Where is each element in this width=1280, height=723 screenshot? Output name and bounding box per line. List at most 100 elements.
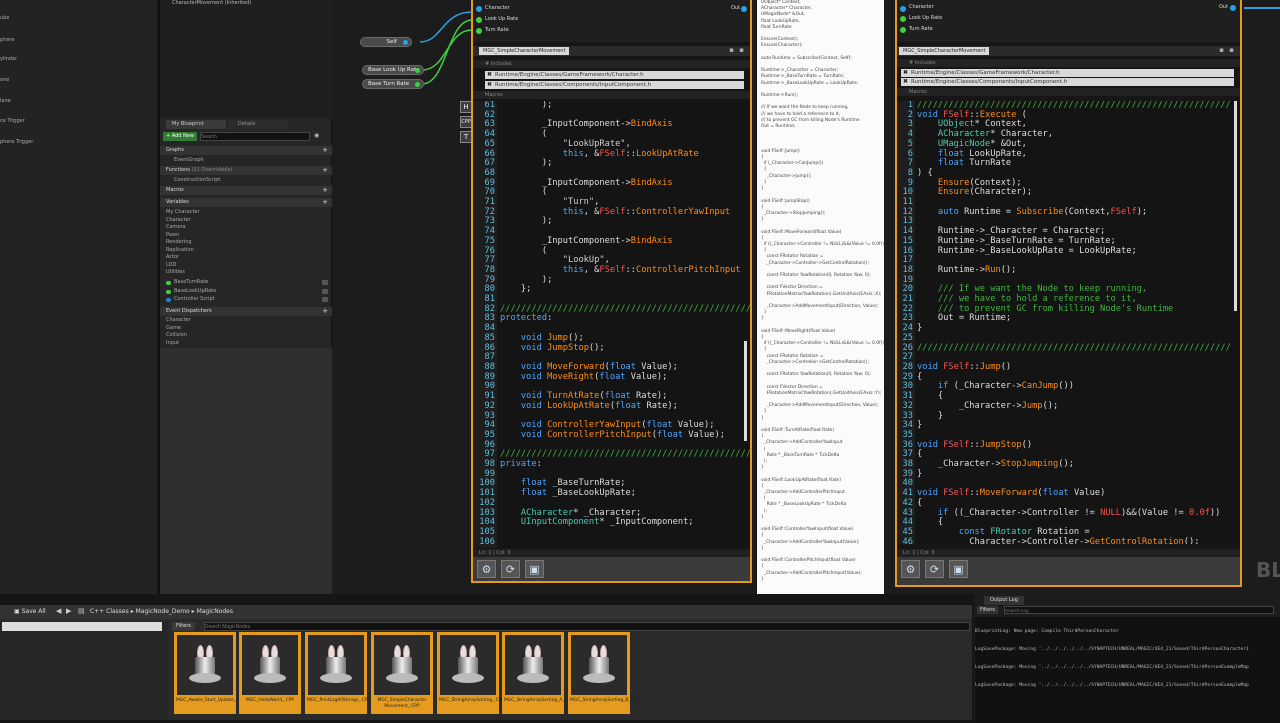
variable-item[interactable]: BaseLookUpRate [174,288,216,296]
variable-group[interactable]: Replication [166,247,194,255]
execution-pin-icon[interactable] [476,6,482,12]
base-turn-rate-node[interactable]: Base Turn Rate [362,79,424,89]
forward-icon[interactable]: ▶ [66,607,71,615]
includes-header[interactable]: # Includes [897,59,1240,67]
visibility-eye-icon[interactable] [322,289,328,294]
add-icon[interactable]: + [322,307,328,316]
placement-item[interactable]: ce Trigger [0,118,25,126]
variable-group[interactable]: Pawn [166,232,179,240]
section-functions[interactable]: Functions (31 Overridable) + [160,166,332,175]
variable-group[interactable]: Rendering [166,239,192,247]
include-line[interactable]: ✖ Runtime/Engine/Classes/GameFramework/Ch… [485,71,744,79]
variable-group[interactable]: Camera [166,224,186,232]
dispatcher-group[interactable]: Game [166,325,181,333]
remove-icon[interactable]: ✖ [487,81,492,89]
save-icon[interactable]: ▣ [525,560,544,578]
log-search-input[interactable] [1004,606,1274,614]
variable-group[interactable]: Character [166,217,191,225]
tab-details[interactable]: Details [228,120,288,129]
asset-tile[interactable]: MGC_Awake_Start_Update_Stop_.CPP [174,632,258,714]
base-look-up-rate-node[interactable]: Base Look Up Rate [362,65,424,75]
source-code[interactable]: ////////////////////////////////////////… [917,101,1234,544]
filters-button[interactable]: Filters [172,622,195,631]
float-pin-icon[interactable] [900,16,906,22]
add-new-button[interactable]: + Add New [163,132,197,141]
section-graphs[interactable]: Graphs + [160,146,332,155]
graph-item[interactable]: EventGraph [174,157,204,165]
tab-my-blueprint[interactable]: My Blueprint [166,120,226,129]
placement-item[interactable]: lane [0,98,11,106]
self-node[interactable]: Self [360,37,412,47]
close-icon[interactable]: ▪ [1229,46,1234,54]
blueprint-search-input[interactable] [200,132,310,141]
scrollbar[interactable] [744,341,747,441]
scrollbar[interactable] [1234,101,1237,311]
view-options-icon[interactable]: ◉ [314,132,326,141]
asset-tile[interactable]: MGC_StringArraySorting_A_.CPP [502,632,574,714]
save-icon[interactable]: ▣ [949,560,968,578]
pin-icon[interactable] [403,40,408,45]
pin-icon[interactable] [415,82,420,87]
remove-icon[interactable]: ✖ [487,71,492,79]
log-filters-button[interactable]: Filters [977,606,998,614]
tab-output-log[interactable]: Output Log [984,596,1024,605]
compile-icon[interactable]: ⚙ [901,560,920,578]
asset-tile[interactable]: MGC_HelloWorld_.CPP [239,632,301,714]
asset-tile[interactable]: MGC_StringArraySorting_B_.CPP [568,632,640,714]
add-icon[interactable]: + [322,186,328,195]
output-pin-icon[interactable] [1230,5,1236,11]
code-editor[interactable]: 61 62 63 64 65 66 67 68 69 70 71 72 73 74 75 76 77 78 79 80… [473,101,750,548]
macros-header[interactable]: Macros [473,91,750,99]
source-code[interactable]: ); _InputComponent->BindAxis ( "LookUpRa… [500,101,750,538]
breadcrumb-item[interactable]: MagicNode_Demo [136,608,190,615]
dispatcher-group[interactable]: Character [166,317,191,325]
close-icon[interactable]: ▪ [1219,46,1224,54]
variable-group[interactable]: LOD [166,262,176,270]
output-pin-icon[interactable] [741,6,747,12]
visibility-eye-icon[interactable] [322,297,328,302]
code-editor[interactable]: 1 2 3 4 5 6 7 8 9 10 11 12 13 14 15 16 17 18 19 20 21 22 23 24 2… [897,101,1240,544]
execution-pin-icon[interactable] [900,6,906,12]
component-item[interactable]: CharacterMovement (Inherited) [172,0,251,8]
breadcrumb-item[interactable]: MagicNodes [197,608,233,615]
remove-icon[interactable]: ✖ [903,69,908,77]
dispatcher-group[interactable]: Collision [166,332,187,340]
asset-tile[interactable]: MGC_StringArraySorting_.CPP [437,632,504,714]
placement-item[interactable]: phere Trigger [0,139,33,147]
folder-icon[interactable]: ▤ [78,607,85,615]
editor-tab[interactable]: MGC_SimpleCharacterMovement [899,47,990,55]
back-icon[interactable]: ◀ [56,607,61,615]
include-line[interactable]: ✖ Runtime/Engine/Classes/Components/Input… [901,78,1234,86]
output-log[interactable]: BlueprintLog: New page: Compile ThirdPer… [975,617,1280,723]
refresh-icon[interactable]: ⟳ [925,560,944,578]
asset-search-input[interactable] [204,622,970,631]
dispatcher-group[interactable]: Input [166,340,179,348]
visibility-eye-icon[interactable] [322,280,328,285]
variable-group[interactable]: Utilities [166,269,185,277]
includes-header[interactable]: # Includes [473,60,750,68]
add-icon[interactable]: + [322,146,328,155]
close-icon[interactable]: ▪ [729,46,734,54]
macros-header[interactable]: Macros [897,88,1240,96]
pin-icon[interactable] [415,68,420,73]
sources-search-input[interactable] [2,622,162,631]
asset-tile[interactable]: MGC_PrintLogAllStrings_.CPP [305,632,370,714]
variable-item[interactable]: BaseTurnRate [174,279,208,287]
section-variables[interactable]: Variables + [160,198,332,207]
variable-group[interactable]: Actor [166,254,179,262]
placement-item[interactable]: phere [0,37,14,45]
variable-group[interactable]: My Character [166,209,200,217]
save-all-button[interactable]: ▣ Save All [14,607,46,617]
include-line[interactable]: ✖ Runtime/Engine/Classes/GameFramework/Ch… [901,69,1234,77]
placement-item[interactable]: ylinder [0,56,17,64]
breadcrumb-item[interactable]: C++ Classes [90,608,129,615]
section-macros[interactable]: Macros + [160,186,332,195]
close-icon[interactable]: ▪ [739,46,744,54]
editor-tab[interactable]: MGC_SimpleCharacterMovement [479,47,570,55]
refresh-icon[interactable]: ⟳ [501,560,520,578]
placement-item[interactable]: one [0,77,9,85]
float-pin-icon[interactable] [900,27,906,33]
function-item[interactable]: ConstructionScript [174,177,220,185]
variable-item[interactable]: Controller Script [174,296,215,304]
float-pin-icon[interactable] [476,17,482,23]
